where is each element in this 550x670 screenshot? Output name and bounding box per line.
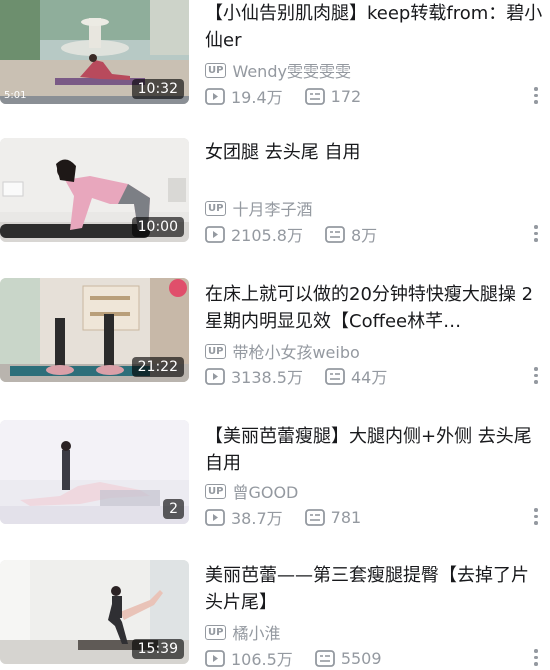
more-vertical-icon[interactable]	[533, 367, 539, 387]
up-badge: UP	[205, 624, 227, 640]
video-thumbnail[interactable]: 5:01 10:32	[0, 0, 189, 104]
playlist-badge: 2	[163, 499, 184, 519]
danmaku-count-icon	[325, 367, 345, 385]
uploader-row[interactable]: UP 带枪小女孩weibo	[205, 340, 360, 362]
play-count-icon	[205, 87, 225, 105]
video-title[interactable]: 【小仙告别肌肉腿】keep转载from：碧小仙er	[205, 0, 545, 54]
uploader-row[interactable]: UP 曾GOOD	[205, 480, 298, 502]
video-thumbnail[interactable]: 10:00	[0, 138, 189, 242]
video-title[interactable]: 女团腿 去头尾 自用	[205, 139, 545, 166]
stats-row: 38.7万 781	[205, 506, 361, 528]
danmaku-count: 781	[330, 507, 362, 527]
danmaku-count: 8万	[351, 226, 378, 245]
danmaku-count-icon	[314, 649, 335, 667]
video-thumbnail[interactable]: 2	[0, 420, 189, 524]
play-count-icon	[205, 649, 225, 667]
more-vertical-icon[interactable]	[533, 225, 539, 245]
video-title[interactable]: 在床上就可以做的20分钟特快瘦大腿操 2星期内明显见效【Coffee林芊…	[205, 281, 545, 335]
more-vertical-icon[interactable]	[533, 87, 539, 107]
danmaku-count: 172	[330, 86, 362, 106]
up-badge: UP	[205, 62, 227, 78]
uploader-name[interactable]: 十月李子酒	[232, 196, 312, 220]
video-duration: 21:22	[131, 357, 184, 377]
uploader-name[interactable]: 曾GOOD	[232, 479, 298, 503]
video-duration: 10:00	[131, 217, 184, 237]
thumbnail-overlay-text: 5:01	[4, 90, 27, 101]
thumbnail-image	[0, 420, 189, 524]
danmaku-count: 5509	[340, 648, 382, 668]
video-thumbnail[interactable]: 21:22	[0, 278, 189, 382]
view-count: 19.4万	[231, 88, 283, 107]
uploader-name[interactable]: Wendy雯雯雯雯	[232, 58, 351, 82]
stats-row: 19.4万 172	[205, 85, 361, 107]
view-count: 2105.8万	[231, 226, 303, 245]
stats-row: 3138.5万 44万	[205, 365, 387, 387]
up-badge: UP	[205, 483, 227, 499]
danmaku-count-icon	[304, 87, 325, 105]
view-count: 3138.5万	[231, 368, 303, 387]
playlist-icon	[163, 499, 189, 524]
video-thumbnail[interactable]: 15:39	[0, 560, 189, 664]
video-title[interactable]: 【美丽芭蕾瘦腿】大腿内侧+外侧 去头尾自用	[205, 423, 545, 477]
uploader-name[interactable]: 橘小淮	[232, 620, 280, 644]
video-duration: 10:32	[131, 79, 184, 99]
video-duration: 15:39	[131, 639, 184, 659]
video-title[interactable]: 美丽芭蕾——第三套瘦腿提臀【去掉了片头片尾】	[205, 562, 545, 616]
up-badge: UP	[205, 343, 227, 359]
danmaku-count-icon	[304, 508, 325, 526]
uploader-row[interactable]: UP Wendy雯雯雯雯	[205, 59, 351, 81]
view-count: 106.5万	[231, 650, 293, 669]
play-count-icon	[205, 225, 225, 243]
stats-row: 106.5万 5509	[205, 647, 382, 669]
uploader-row[interactable]: UP 橘小淮	[205, 621, 280, 643]
danmaku-count: 44万	[351, 368, 388, 387]
danmaku-count-icon	[325, 225, 345, 243]
more-vertical-icon[interactable]	[533, 508, 539, 528]
view-count: 38.7万	[231, 509, 283, 528]
play-count-icon	[205, 367, 225, 385]
uploader-row[interactable]: UP 十月李子酒	[205, 197, 312, 219]
more-vertical-icon[interactable]	[533, 649, 539, 669]
up-badge: UP	[205, 200, 227, 216]
play-count-icon	[205, 508, 225, 526]
stats-row: 2105.8万 8万	[205, 223, 377, 245]
uploader-name[interactable]: 带枪小女孩weibo	[232, 339, 359, 363]
